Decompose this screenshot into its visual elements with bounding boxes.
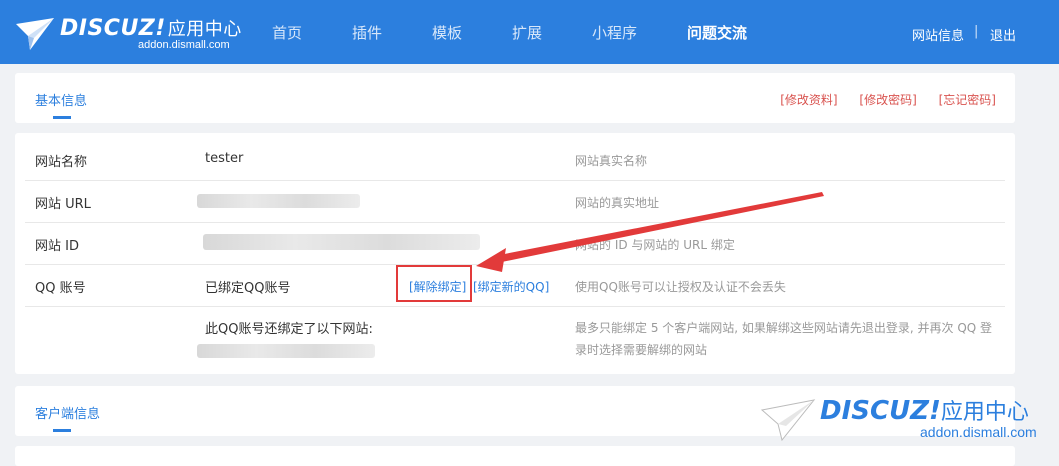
discuz-watermark: DISCUZ!应用中心 addon.dismall.com (760, 394, 1050, 454)
watermark-wordmark: DISCUZ!应用中心 (820, 396, 1029, 426)
watermark-domain: addon.dismall.com (920, 424, 1037, 440)
paper-plane-icon (760, 399, 816, 442)
red-arrow-annotation (476, 192, 824, 272)
